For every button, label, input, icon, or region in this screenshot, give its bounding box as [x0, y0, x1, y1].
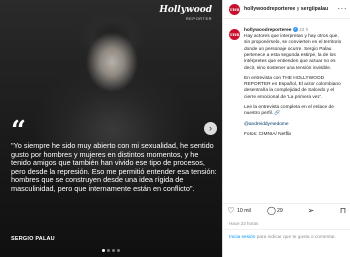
brand-logo-sub: REPORTER	[185, 16, 212, 21]
heart-icon[interactable]: ♡	[227, 207, 235, 215]
caption-text-3: Lee la entrevista completa en el enlace …	[244, 105, 334, 117]
avatar[interactable]: THR	[229, 4, 240, 15]
carousel-dot	[102, 249, 105, 252]
carousel-dot	[112, 249, 115, 252]
caption-username[interactable]: hollywoodreporteree	[244, 28, 291, 33]
caption-text-1: Hay actores que interpretan y hay otros …	[244, 34, 342, 71]
post-actions: ♡ 10 mil ◯ 29 ➢ ⊓	[223, 203, 350, 217]
portrait-photo	[0, 0, 222, 257]
author-link[interactable]: hollywoodreporteree	[244, 6, 295, 12]
caption-time: 23 h	[299, 27, 309, 33]
quote-speaker: SERGIO PALAU	[11, 236, 55, 242]
post-sidebar: THR hollywoodreporteree y sergiipalau ··…	[222, 0, 350, 257]
collaborator-link[interactable]: sergiipalau	[301, 6, 328, 12]
comment-prompt-text: Inicia sesión para indicar que te gusta …	[229, 235, 347, 241]
login-link[interactable]: Inicia sesión	[229, 235, 255, 240]
mention-link[interactable]: @andreiddymedome	[244, 122, 346, 128]
carousel-dots	[0, 246, 222, 252]
carousel-dot	[107, 249, 110, 252]
share-icon[interactable]: ➢	[307, 207, 315, 215]
comment-icon[interactable]: ◯	[267, 207, 276, 215]
comment-prompt-rest: para indicar que te gusta o comentar.	[255, 235, 336, 240]
caption-paragraph: hollywoodreporteree ✓ 23 h Hay actores qu…	[244, 27, 346, 72]
caption-avatar[interactable]: THR	[229, 29, 240, 40]
next-slide-button[interactable]: ›	[204, 122, 217, 135]
more-options-icon[interactable]: ···	[338, 4, 348, 14]
bookmark-icon[interactable]: ⊓	[339, 207, 347, 215]
post-caption: hollywoodreporteree ✓ 23 h Hay actores qu…	[244, 27, 346, 142]
quote-text: "Yo siempre he sido muy abierto con mi s…	[11, 141, 217, 193]
verified-icon: ✓	[292, 27, 298, 32]
caption-credits: Fotos: CIMNIA/ Netflix	[244, 131, 292, 137]
carousel-dot	[117, 249, 120, 252]
instagram-post: Hollywood REPORTER “ "Yo siempre he sido…	[0, 0, 350, 257]
post-media[interactable]: Hollywood REPORTER “ "Yo siempre he sido…	[0, 0, 222, 257]
post-header: THR hollywoodreporteree y sergiipalau ··…	[223, 0, 350, 19]
brand-logo: Hollywood	[159, 5, 212, 15]
comment-prompt: Inicia sesión para indicar que te gusta …	[223, 229, 350, 257]
likes-count: 10 mil	[237, 208, 251, 214]
post-timestamp: Hace 23 horas	[229, 221, 259, 226]
caption-text-2: En entrevista con THE HOLLYWOOD REPORTER…	[244, 75, 341, 100]
comments-count: 29	[277, 208, 283, 214]
post-authors: hollywoodreporteree y sergiipalau	[244, 6, 328, 12]
